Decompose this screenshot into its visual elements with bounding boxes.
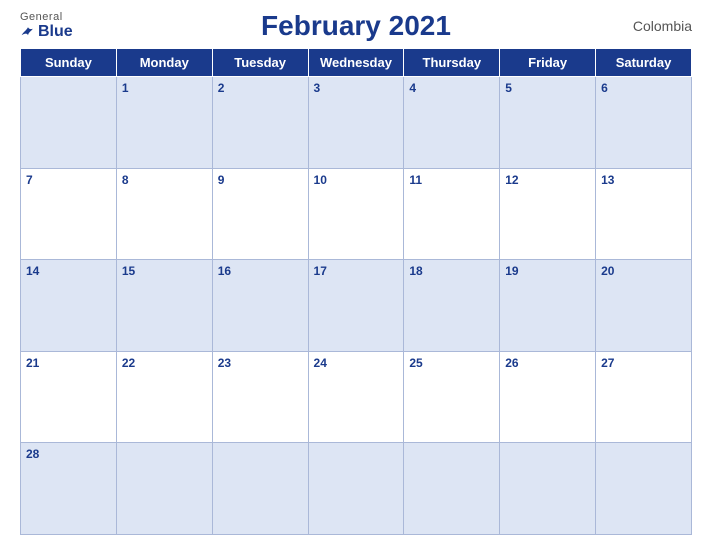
calendar-day	[116, 443, 212, 535]
logo-general-text: General	[20, 11, 63, 23]
calendar-day: 4	[404, 77, 500, 169]
calendar-title: February 2021	[110, 10, 602, 42]
calendar-day: 17	[308, 260, 404, 352]
day-number: 15	[122, 264, 135, 278]
day-number: 9	[218, 173, 225, 187]
calendar-week-4: 21 22 23 24 25 26 27	[21, 351, 692, 443]
calendar-day: 14	[21, 260, 117, 352]
calendar-week-2: 7 8 9 10 11 12 13	[21, 168, 692, 260]
day-number: 17	[314, 264, 327, 278]
weekday-header-monday: Monday	[116, 49, 212, 77]
day-number: 4	[409, 81, 416, 95]
calendar-day: 12	[500, 168, 596, 260]
weekday-header-sunday: Sunday	[21, 49, 117, 77]
calendar-day: 18	[404, 260, 500, 352]
calendar-day: 23	[212, 351, 308, 443]
day-number: 24	[314, 356, 327, 370]
day-number: 5	[505, 81, 512, 95]
calendar-day: 24	[308, 351, 404, 443]
day-number: 1	[122, 81, 129, 95]
day-number: 26	[505, 356, 518, 370]
calendar-day: 28	[21, 443, 117, 535]
calendar-day	[212, 443, 308, 535]
logo-blue-text: Blue	[20, 23, 73, 41]
calendar-body: 1234567891011121314151617181920212223242…	[21, 77, 692, 535]
day-number: 7	[26, 173, 33, 187]
calendar-day: 2	[212, 77, 308, 169]
calendar-week-5: 28	[21, 443, 692, 535]
day-number: 2	[218, 81, 225, 95]
calendar-day: 6	[596, 77, 692, 169]
day-number: 25	[409, 356, 422, 370]
calendar-day: 27	[596, 351, 692, 443]
calendar-day	[500, 443, 596, 535]
weekday-header-friday: Friday	[500, 49, 596, 77]
day-number: 10	[314, 173, 327, 187]
calendar-day: 22	[116, 351, 212, 443]
country-label: Colombia	[602, 18, 692, 34]
calendar-day: 11	[404, 168, 500, 260]
calendar-day: 21	[21, 351, 117, 443]
calendar-day: 26	[500, 351, 596, 443]
calendar-day: 10	[308, 168, 404, 260]
day-number: 6	[601, 81, 608, 95]
calendar-day: 16	[212, 260, 308, 352]
day-number: 28	[26, 447, 39, 461]
calendar-day: 7	[21, 168, 117, 260]
calendar-day: 3	[308, 77, 404, 169]
calendar-day: 13	[596, 168, 692, 260]
day-number: 3	[314, 81, 321, 95]
day-number: 13	[601, 173, 614, 187]
calendar-day: 15	[116, 260, 212, 352]
day-number: 19	[505, 264, 518, 278]
calendar-day	[596, 443, 692, 535]
calendar-header-row: SundayMondayTuesdayWednesdayThursdayFrid…	[21, 49, 692, 77]
calendar-week-1: 1 2 3 4 5 6	[21, 77, 692, 169]
calendar-day: 8	[116, 168, 212, 260]
weekday-header-saturday: Saturday	[596, 49, 692, 77]
day-number: 21	[26, 356, 39, 370]
logo-bird-icon	[20, 24, 36, 40]
calendar-week-3: 14 15 16 17 18 19 20	[21, 260, 692, 352]
day-number: 14	[26, 264, 39, 278]
weekday-header-wednesday: Wednesday	[308, 49, 404, 77]
calendar-table: SundayMondayTuesdayWednesdayThursdayFrid…	[20, 48, 692, 535]
calendar-day: 5	[500, 77, 596, 169]
day-number: 11	[409, 173, 422, 187]
logo: General Blue	[20, 11, 110, 41]
calendar-day: 1	[116, 77, 212, 169]
calendar-day	[404, 443, 500, 535]
calendar-day: 25	[404, 351, 500, 443]
day-number: 18	[409, 264, 422, 278]
calendar-header: General Blue February 2021 Colombia	[20, 10, 692, 42]
calendar-day	[308, 443, 404, 535]
day-number: 20	[601, 264, 614, 278]
day-number: 23	[218, 356, 231, 370]
calendar-day	[21, 77, 117, 169]
calendar-day: 19	[500, 260, 596, 352]
calendar-day: 20	[596, 260, 692, 352]
calendar-day: 9	[212, 168, 308, 260]
weekday-header-thursday: Thursday	[404, 49, 500, 77]
day-number: 8	[122, 173, 129, 187]
day-number: 22	[122, 356, 135, 370]
weekday-header-tuesday: Tuesday	[212, 49, 308, 77]
day-number: 12	[505, 173, 518, 187]
day-number: 16	[218, 264, 231, 278]
day-number: 27	[601, 356, 614, 370]
